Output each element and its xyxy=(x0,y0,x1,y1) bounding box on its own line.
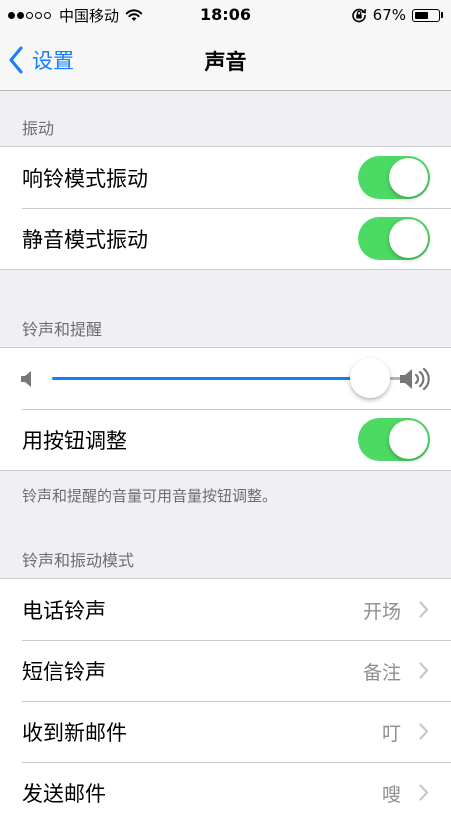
volume-slider-row xyxy=(0,348,451,409)
silent-vibrate-toggle[interactable] xyxy=(358,217,430,260)
section-header-ringer: 铃声和提醒 xyxy=(22,320,103,339)
chevron-right-icon xyxy=(419,662,429,679)
navigation-bar: 设置 声音 xyxy=(0,30,451,91)
text-tone-label: 短信铃声 xyxy=(22,660,106,684)
ring-vibrate-toggle[interactable] xyxy=(358,156,430,199)
ring-vibrate-row: 响铃模式振动 xyxy=(0,147,451,208)
silent-vibrate-label: 静音模式振动 xyxy=(22,228,148,252)
ring-vibrate-label: 响铃模式振动 xyxy=(22,167,148,191)
adjust-with-buttons-row: 用按钮调整 xyxy=(0,409,451,470)
volume-slider[interactable] xyxy=(52,358,401,398)
chevron-right-icon xyxy=(419,601,429,618)
patterns-group: 电话铃声 开场 短信铃声 备注 收到新邮件 叮 发送邮件 嗖 xyxy=(0,578,451,823)
page-title: 声音 xyxy=(204,50,247,74)
toggle-knob xyxy=(389,420,428,459)
section-header-vibration: 振动 xyxy=(22,119,55,138)
vibration-group: 响铃模式振动 静音模式振动 xyxy=(0,146,451,270)
chevron-right-icon xyxy=(419,723,429,740)
adjust-with-buttons-toggle[interactable] xyxy=(358,418,430,461)
battery-fill xyxy=(415,11,428,19)
ringtone-label: 电话铃声 xyxy=(22,599,106,623)
sent-mail-label: 发送邮件 xyxy=(22,782,106,806)
silent-vibrate-row: 静音模式振动 xyxy=(0,208,451,269)
status-right: 67% xyxy=(351,5,443,25)
new-mail-label: 收到新邮件 xyxy=(22,721,127,745)
volume-low-icon xyxy=(21,371,31,387)
ringtone-row[interactable]: 电话铃声 开场 xyxy=(0,579,451,640)
new-mail-row[interactable]: 收到新邮件 叮 xyxy=(0,701,451,762)
volume-high-icon xyxy=(400,367,430,391)
battery-tip xyxy=(441,12,443,18)
rotation-lock-icon xyxy=(351,8,366,23)
ringer-footer-note: 铃声和提醒的音量可用音量按钮调整。 xyxy=(22,487,278,505)
toggle-knob xyxy=(389,158,428,197)
status-bar: 中国移动 18:06 67% xyxy=(0,0,451,30)
battery-icon xyxy=(412,8,440,22)
battery-percent: 67% xyxy=(372,6,406,24)
volume-slider-thumb[interactable] xyxy=(349,358,390,398)
toggle-knob xyxy=(389,219,428,258)
sent-mail-value: 嗖 xyxy=(381,784,401,806)
text-tone-value: 备注 xyxy=(362,662,401,684)
new-mail-value: 叮 xyxy=(381,723,401,745)
text-tone-row[interactable]: 短信铃声 备注 xyxy=(0,640,451,701)
section-header-patterns: 铃声和振动模式 xyxy=(22,551,135,570)
sent-mail-row[interactable]: 发送邮件 嗖 xyxy=(0,762,451,823)
volume-slider-fill xyxy=(52,377,370,380)
ringer-group: 用按钮调整 xyxy=(0,347,451,471)
adjust-with-buttons-label: 用按钮调整 xyxy=(22,429,127,453)
ringtone-value: 开场 xyxy=(362,601,401,623)
chevron-right-icon xyxy=(419,784,429,801)
